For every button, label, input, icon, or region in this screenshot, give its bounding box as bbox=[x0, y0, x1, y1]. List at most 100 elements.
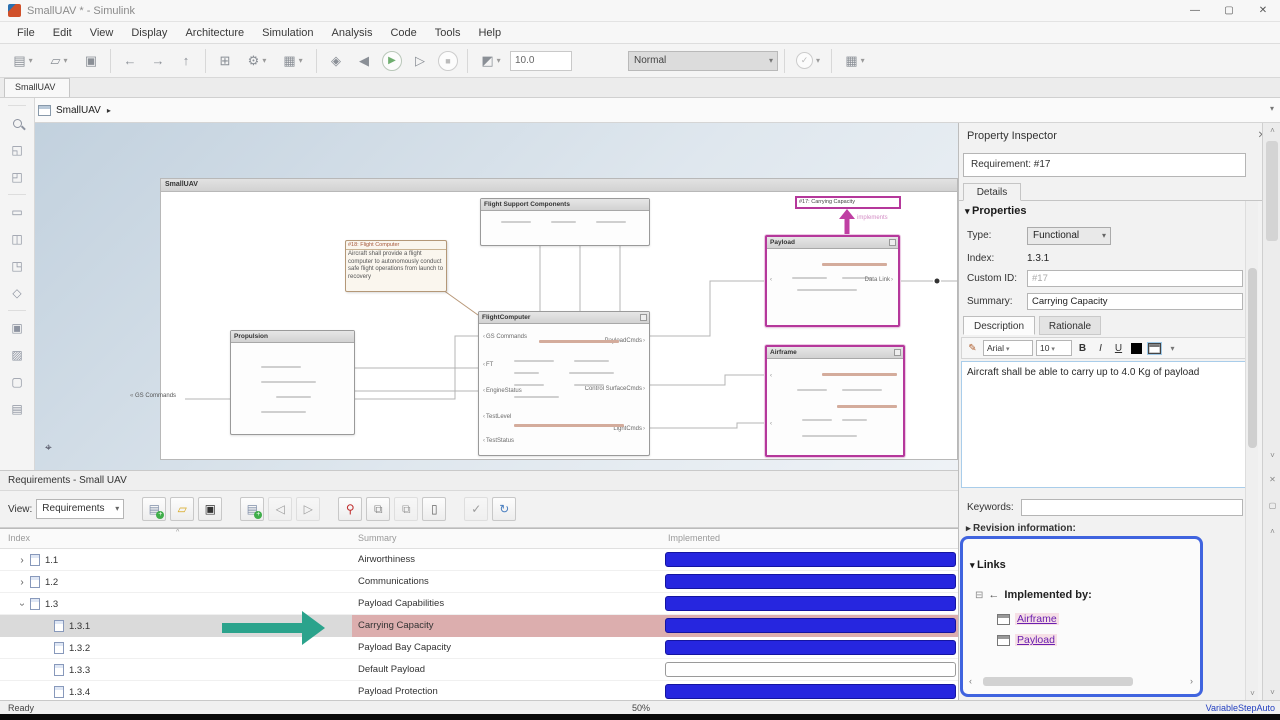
table-row[interactable]: 1.3.1 Carrying Capacity bbox=[0, 615, 958, 637]
menu-item-display[interactable]: Display bbox=[122, 27, 176, 39]
format-paint-icon[interactable]: ✎ bbox=[965, 340, 980, 356]
block-airframe[interactable]: Airframe ‹ ‹ bbox=[765, 345, 905, 457]
screenshot-icon[interactable]: ▤ bbox=[7, 399, 27, 419]
maximize-button[interactable]: ▢ bbox=[1212, 0, 1246, 22]
new-model-button[interactable]: ▤ bbox=[6, 49, 40, 73]
table-row[interactable]: › 1.2 Communications bbox=[0, 571, 958, 593]
link-item-airframe[interactable]: Airframe bbox=[997, 613, 1059, 625]
restore-icon[interactable]: ▢ bbox=[1263, 501, 1280, 510]
menu-item-view[interactable]: View bbox=[81, 27, 123, 39]
breadcrumb[interactable]: SmallUAV bbox=[56, 105, 101, 116]
view-select[interactable]: Requirements bbox=[36, 499, 125, 519]
inner-scrollbar[interactable]: ˅ bbox=[1245, 201, 1258, 700]
minimize-button[interactable]: — bbox=[1178, 0, 1212, 22]
requirement-annotation[interactable]: #17: Carrying Capacity bbox=[795, 196, 901, 209]
type-select[interactable]: Functional bbox=[1027, 227, 1111, 245]
chevron-left-icon[interactable]: ‹ bbox=[969, 676, 972, 686]
model-browser-button[interactable]: ▦ bbox=[276, 49, 310, 73]
promote-requirement-button[interactable]: ◁ bbox=[268, 497, 293, 521]
properties-section-header[interactable]: Properties bbox=[965, 205, 1026, 217]
zoom-icon[interactable] bbox=[7, 113, 27, 133]
font-family-select[interactable]: Arial bbox=[983, 340, 1033, 356]
zoom-region-icon[interactable]: ◰ bbox=[7, 167, 27, 187]
requirement-note[interactable]: #18: Flight Computer Aircraft shall prov… bbox=[345, 240, 447, 292]
description-textarea[interactable]: Aircraft shall be able to carry up to 4.… bbox=[961, 361, 1249, 488]
open-requirement-set-button[interactable]: ▱ bbox=[170, 497, 195, 521]
table-row[interactable]: › 1.1 Airworthiness bbox=[0, 549, 958, 571]
up-button[interactable]: ↑ bbox=[173, 49, 199, 73]
status-solver[interactable]: VariableStepAuto bbox=[1206, 703, 1275, 713]
viewport-icon[interactable]: ▭ bbox=[7, 202, 27, 222]
table-row[interactable]: 1.3.4 Payload Protection bbox=[0, 681, 958, 700]
insert-table-button[interactable] bbox=[1147, 340, 1162, 356]
run-button[interactable]: ▶ bbox=[379, 49, 405, 73]
link-text[interactable]: Payload bbox=[1015, 634, 1057, 646]
implemented-by-node[interactable]: ⊟ ← Implemented by: bbox=[975, 589, 1092, 601]
link-text[interactable]: Airframe bbox=[1015, 613, 1059, 625]
collapse-icon[interactable]: ⊟ bbox=[975, 590, 983, 601]
menu-item-file[interactable]: File bbox=[8, 27, 44, 39]
open-button[interactable]: ▱ bbox=[42, 49, 76, 73]
build-button[interactable]: ▦ bbox=[838, 49, 872, 73]
font-size-select[interactable]: 10 bbox=[1036, 340, 1072, 356]
sim-mode-select[interactable]: Normal bbox=[628, 50, 778, 71]
chevron-right-icon[interactable]: › bbox=[16, 555, 28, 566]
scrollbar-thumb[interactable] bbox=[1248, 268, 1257, 448]
table-header[interactable]: ^ Index Summary Implemented bbox=[0, 529, 958, 549]
tab-description[interactable]: Description bbox=[963, 316, 1035, 335]
italic-button[interactable]: I bbox=[1093, 340, 1108, 356]
scrollbar-thumb[interactable] bbox=[1266, 141, 1278, 241]
menu-item-edit[interactable]: Edit bbox=[44, 27, 81, 39]
keywords-field[interactable] bbox=[1021, 499, 1243, 516]
link-item-payload[interactable]: Payload bbox=[997, 634, 1057, 646]
add-requirement-button[interactable]: ▤ + bbox=[240, 497, 265, 521]
library-browser-button[interactable]: ⊞ bbox=[212, 49, 238, 73]
new-requirement-set-button[interactable]: ▤ + bbox=[142, 497, 167, 521]
menu-item-tools[interactable]: Tools bbox=[426, 27, 470, 39]
table-row[interactable]: 1.3.3 Default Payload bbox=[0, 659, 958, 681]
tab-details[interactable]: Details bbox=[963, 183, 1021, 201]
chevron-up-icon[interactable]: ˄ bbox=[1263, 527, 1280, 536]
copy-link-button[interactable]: ⧉ bbox=[366, 497, 391, 521]
block-flight-computer[interactable]: FlightComputer ‹GS Commands ‹FT ‹EngineSta… bbox=[478, 311, 650, 456]
paste-link-button[interactable]: ⧉ bbox=[394, 497, 419, 521]
chevron-down-icon[interactable]: ˅ bbox=[1246, 689, 1259, 698]
column-summary[interactable]: Summary bbox=[358, 533, 397, 543]
chevron-right-icon[interactable]: › bbox=[1190, 676, 1193, 686]
table-row[interactable]: › 1.3 Payload Capabilities bbox=[0, 593, 958, 615]
refresh-button[interactable]: ↻ bbox=[492, 497, 517, 521]
annotation-icon[interactable]: ▣ bbox=[7, 318, 27, 338]
menu-item-simulation[interactable]: Simulation bbox=[253, 27, 322, 39]
sim-time-input[interactable] bbox=[510, 50, 572, 71]
tab-rationale[interactable]: Rationale bbox=[1039, 316, 1101, 335]
block-flight-support-components[interactable]: Flight Support Components bbox=[480, 198, 650, 246]
model-settings-button[interactable]: ⚙ bbox=[240, 49, 274, 73]
find-in-view-icon[interactable]: ◳ bbox=[7, 256, 27, 276]
add-link-button[interactable]: ⚲ bbox=[338, 497, 363, 521]
close-icon[interactable]: ✕ bbox=[1263, 475, 1280, 484]
chevron-down-icon[interactable]: ˅ bbox=[1263, 451, 1280, 460]
menu-item-architecture[interactable]: Architecture bbox=[176, 27, 253, 39]
menu-item-help[interactable]: Help bbox=[469, 27, 510, 39]
column-index[interactable]: Index bbox=[8, 533, 30, 543]
underline-button[interactable]: U bbox=[1111, 340, 1126, 356]
hide-panel-icon[interactable]: ▾ bbox=[1270, 104, 1274, 113]
menu-item-analysis[interactable]: Analysis bbox=[323, 27, 382, 39]
stop-button[interactable]: ■ bbox=[435, 49, 461, 73]
links-hscrollbar[interactable]: ‹ › bbox=[969, 676, 1193, 688]
scrollbar-thumb[interactable] bbox=[983, 677, 1133, 686]
menu-item-code[interactable]: Code bbox=[381, 27, 425, 39]
revision-section-header[interactable]: Revision information: bbox=[966, 523, 1076, 534]
delete-button[interactable]: ▯ bbox=[422, 497, 447, 521]
demote-requirement-button[interactable]: ▷ bbox=[296, 497, 321, 521]
block-propulsion[interactable]: Propulsion bbox=[230, 330, 355, 435]
custom-id-field[interactable] bbox=[1027, 270, 1243, 287]
chevron-down-icon[interactable]: ˅ bbox=[1263, 688, 1280, 697]
simulation-manager-button[interactable]: ◩ bbox=[474, 49, 508, 73]
model-canvas[interactable]: SmallUAV Flight Support Components #18: … bbox=[35, 123, 958, 470]
image-icon[interactable]: ▨ bbox=[7, 345, 27, 365]
chevron-down-icon[interactable]: › bbox=[17, 598, 28, 610]
fit-to-view-icon[interactable]: ◱ bbox=[7, 140, 27, 160]
column-implemented[interactable]: Implemented bbox=[668, 533, 720, 543]
bold-button[interactable]: B bbox=[1075, 340, 1090, 356]
